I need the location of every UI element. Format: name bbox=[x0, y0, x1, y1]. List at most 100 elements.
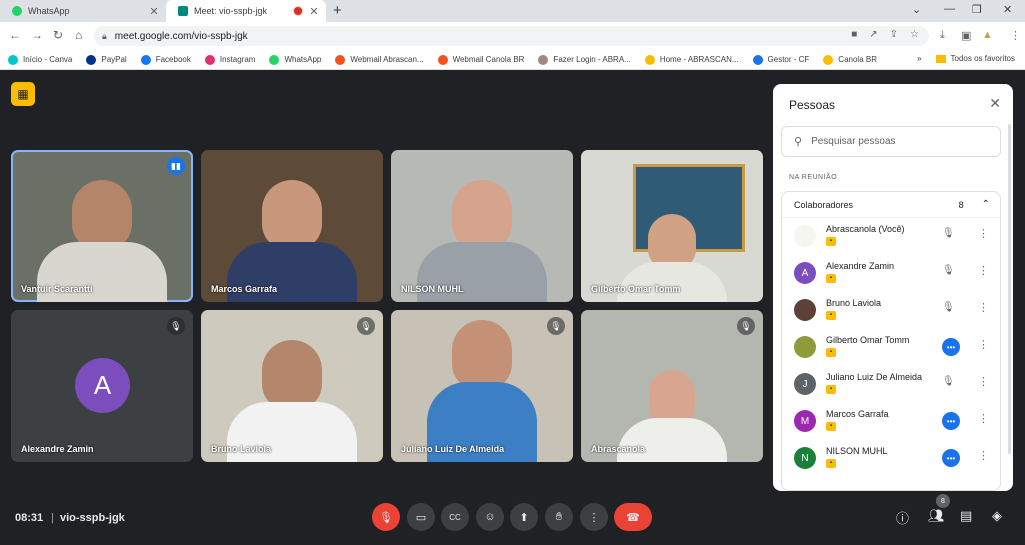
forward-icon[interactable]: → bbox=[31, 28, 43, 42]
bookmark-item[interactable]: Canola BR bbox=[823, 54, 877, 65]
bookmark-item[interactable]: Gestor - CF bbox=[752, 54, 809, 65]
raise-hand-button[interactable]: ✋︎ bbox=[545, 503, 573, 531]
host-badge-icon: ▪ bbox=[826, 385, 836, 394]
mic-off-icon: 🎙︎ bbox=[357, 317, 375, 335]
participant-row[interactable]: Bruno Laviola ▪ 🎙︎ ⋮ bbox=[782, 293, 1000, 330]
participant-name: Vantuir Scarantti bbox=[21, 284, 93, 294]
participant-tile[interactable]: 🎙︎ Abrascanola bbox=[581, 310, 763, 462]
bookmark-favicon-icon bbox=[538, 54, 549, 65]
mic-off-icon: 🎙︎ bbox=[942, 228, 955, 239]
participant-row[interactable]: N NILSON MUHL ▪ ••• ⋮ bbox=[782, 441, 1000, 478]
more-vert-icon[interactable]: ⋮ bbox=[978, 375, 989, 388]
meeting-code: vio-sspb-jgk bbox=[60, 512, 125, 524]
mic-off-icon: 🎙︎ bbox=[379, 511, 393, 524]
open-external-icon[interactable]: ↗ bbox=[869, 29, 877, 40]
participant-tile[interactable]: Gilberto Omar Tomm bbox=[581, 150, 763, 302]
present-button[interactable]: ⬆ bbox=[510, 503, 538, 531]
bookmark-item[interactable]: Home - ABRASCAN... bbox=[644, 54, 739, 65]
camera-icon[interactable]: ■ bbox=[851, 29, 857, 40]
more-vert-icon[interactable]: ⋮ bbox=[978, 338, 989, 351]
side-panel-icon[interactable]: ▣ bbox=[961, 29, 971, 42]
bookmark-label: Instagram bbox=[219, 55, 256, 64]
bookmarks-overflow[interactable]: » bbox=[917, 54, 921, 63]
plus-icon[interactable]: + bbox=[333, 2, 342, 19]
bookmark-favicon-icon bbox=[204, 54, 215, 65]
home-icon[interactable]: ⌂ bbox=[75, 28, 82, 42]
participant-tile[interactable]: A 🎙︎ Alexandre Zamin bbox=[11, 310, 193, 462]
people-icon[interactable]: 👥︎ bbox=[928, 508, 945, 524]
reload-icon[interactable]: ↻ bbox=[53, 28, 63, 42]
share-icon[interactable]: ⇪ bbox=[890, 29, 898, 40]
bookmark-item[interactable]: WhatsApp bbox=[269, 54, 321, 65]
captions-button[interactable]: CC bbox=[441, 503, 469, 531]
star-icon[interactable]: ☆ bbox=[910, 29, 919, 40]
meet-icon bbox=[178, 6, 188, 16]
participant-row[interactable]: J Juliano Luiz De Almeida ▪ 🎙︎ ⋮ bbox=[782, 367, 1000, 404]
minimize-icon[interactable]: — bbox=[944, 3, 955, 15]
host-controls-icon[interactable]: ▦ bbox=[11, 82, 35, 106]
tab-whatsapp[interactable]: WhatsApp ✕ bbox=[0, 0, 166, 22]
mic-off-icon: 🎙︎ bbox=[547, 317, 565, 335]
participant-row[interactable]: M Marcos Garrafa ▪ ••• ⋮ bbox=[782, 404, 1000, 441]
back-icon[interactable]: ← bbox=[9, 28, 21, 42]
participant-row[interactable]: Gilberto Omar Tomm ▪ ••• ⋮ bbox=[782, 330, 1000, 367]
info-icon[interactable]: ⓘ bbox=[896, 508, 909, 527]
bookmark-item[interactable]: Webmail Canola BR bbox=[437, 54, 524, 65]
host-badge-icon: ▪ bbox=[826, 459, 836, 468]
participant-name: Bruno Laviola bbox=[211, 444, 272, 454]
bookmark-favicon-icon bbox=[86, 54, 97, 65]
tab-search-icon[interactable]: ⌄ bbox=[912, 3, 921, 16]
participant-tile[interactable]: ▮▮ Vantuir Scarantti bbox=[11, 150, 193, 302]
more-vert-icon[interactable]: ⋮ bbox=[978, 412, 989, 425]
close-window-icon[interactable]: ✕ bbox=[1003, 3, 1012, 16]
bookmark-item[interactable]: Instagram bbox=[204, 54, 256, 65]
bookmark-item[interactable]: Início - Canva bbox=[8, 54, 72, 65]
menu-icon[interactable]: ⋮ bbox=[1010, 29, 1021, 42]
participant-tile[interactable]: 🎙︎ Juliano Luiz De Almeida bbox=[391, 310, 573, 462]
search-input[interactable]: ⚲ Pesquisar pessoas bbox=[781, 126, 1001, 157]
bookmark-item[interactable]: Webmail Abrascan... bbox=[335, 54, 424, 65]
participant-tile[interactable]: NILSON MUHL bbox=[391, 150, 573, 302]
camera-icon: ▭ bbox=[415, 511, 427, 524]
bookmark-item[interactable]: PayPal bbox=[86, 54, 127, 65]
close-icon[interactable]: ✕ bbox=[989, 95, 1001, 112]
people-panel: Pessoas ✕ ⚲ Pesquisar pessoas NA REUNIÃO… bbox=[773, 84, 1013, 491]
more-vert-icon[interactable]: ⋮ bbox=[978, 449, 989, 462]
separator: | bbox=[51, 512, 54, 524]
favorites-folder[interactable]: Todos os favoritos bbox=[951, 54, 1015, 63]
download-icon[interactable]: ⤓ bbox=[940, 29, 945, 42]
bookmark-item[interactable]: Facebook bbox=[140, 54, 191, 65]
speaking-indicator-icon: ••• bbox=[942, 338, 960, 356]
camera-button[interactable]: ▭ bbox=[407, 503, 435, 531]
close-tab-icon[interactable]: ✕ bbox=[308, 5, 320, 18]
avatar: M bbox=[794, 410, 816, 432]
leave-call-button[interactable]: ☎ bbox=[614, 503, 652, 531]
omnibox[interactable]: 🔒︎ meet.google.com/vio-sspb-jgk ■ ↗ ⇪ ☆ bbox=[94, 26, 929, 46]
bookmark-favicon-icon bbox=[335, 54, 346, 65]
participant-row[interactable]: A Alexandre Zamin ▪ 🎙︎ ⋮ bbox=[782, 256, 1000, 293]
reactions-button[interactable]: ☺ bbox=[476, 503, 504, 531]
participant-name: Marcos Garrafa bbox=[826, 409, 889, 419]
scrollbar[interactable] bbox=[1008, 124, 1011, 454]
whatsapp-icon bbox=[12, 6, 22, 16]
profile-icon[interactable]: ▲ bbox=[982, 29, 993, 41]
group-label: Colaboradores bbox=[794, 199, 854, 210]
tab-meet[interactable]: Meet: vio-sspb-jgk ✕ bbox=[166, 0, 326, 22]
bookmark-item[interactable]: Fazer Login - ABRA... bbox=[538, 54, 631, 65]
more-vert-icon[interactable]: ⋮ bbox=[978, 264, 989, 277]
participant-tile[interactable]: Marcos Garrafa bbox=[201, 150, 383, 302]
more-vert-icon[interactable]: ⋮ bbox=[978, 301, 989, 314]
collaborators-header[interactable]: Colaboradores 8 ⌃ bbox=[782, 192, 1000, 218]
chevron-up-icon[interactable]: ⌃ bbox=[982, 199, 990, 210]
restore-icon[interactable]: ❐ bbox=[972, 3, 982, 16]
activities-icon[interactable]: ◈ bbox=[992, 508, 1002, 524]
close-tab-icon[interactable]: ✕ bbox=[148, 5, 160, 18]
participant-row[interactable]: Abrascanola (Você) ▪ 🎙︎ ⋮ bbox=[782, 219, 1000, 256]
more-vert-icon[interactable]: ⋮ bbox=[978, 227, 989, 240]
participant-tile[interactable]: 🎙︎ Bruno Laviola bbox=[201, 310, 383, 462]
more-options-button[interactable]: ⋮ bbox=[580, 503, 608, 531]
speaking-indicator-icon: ••• bbox=[942, 412, 960, 430]
tab-title: WhatsApp bbox=[28, 6, 70, 16]
chat-icon[interactable]: ▤ bbox=[960, 508, 972, 524]
mic-off-button[interactable]: 🎙︎ bbox=[372, 503, 400, 531]
